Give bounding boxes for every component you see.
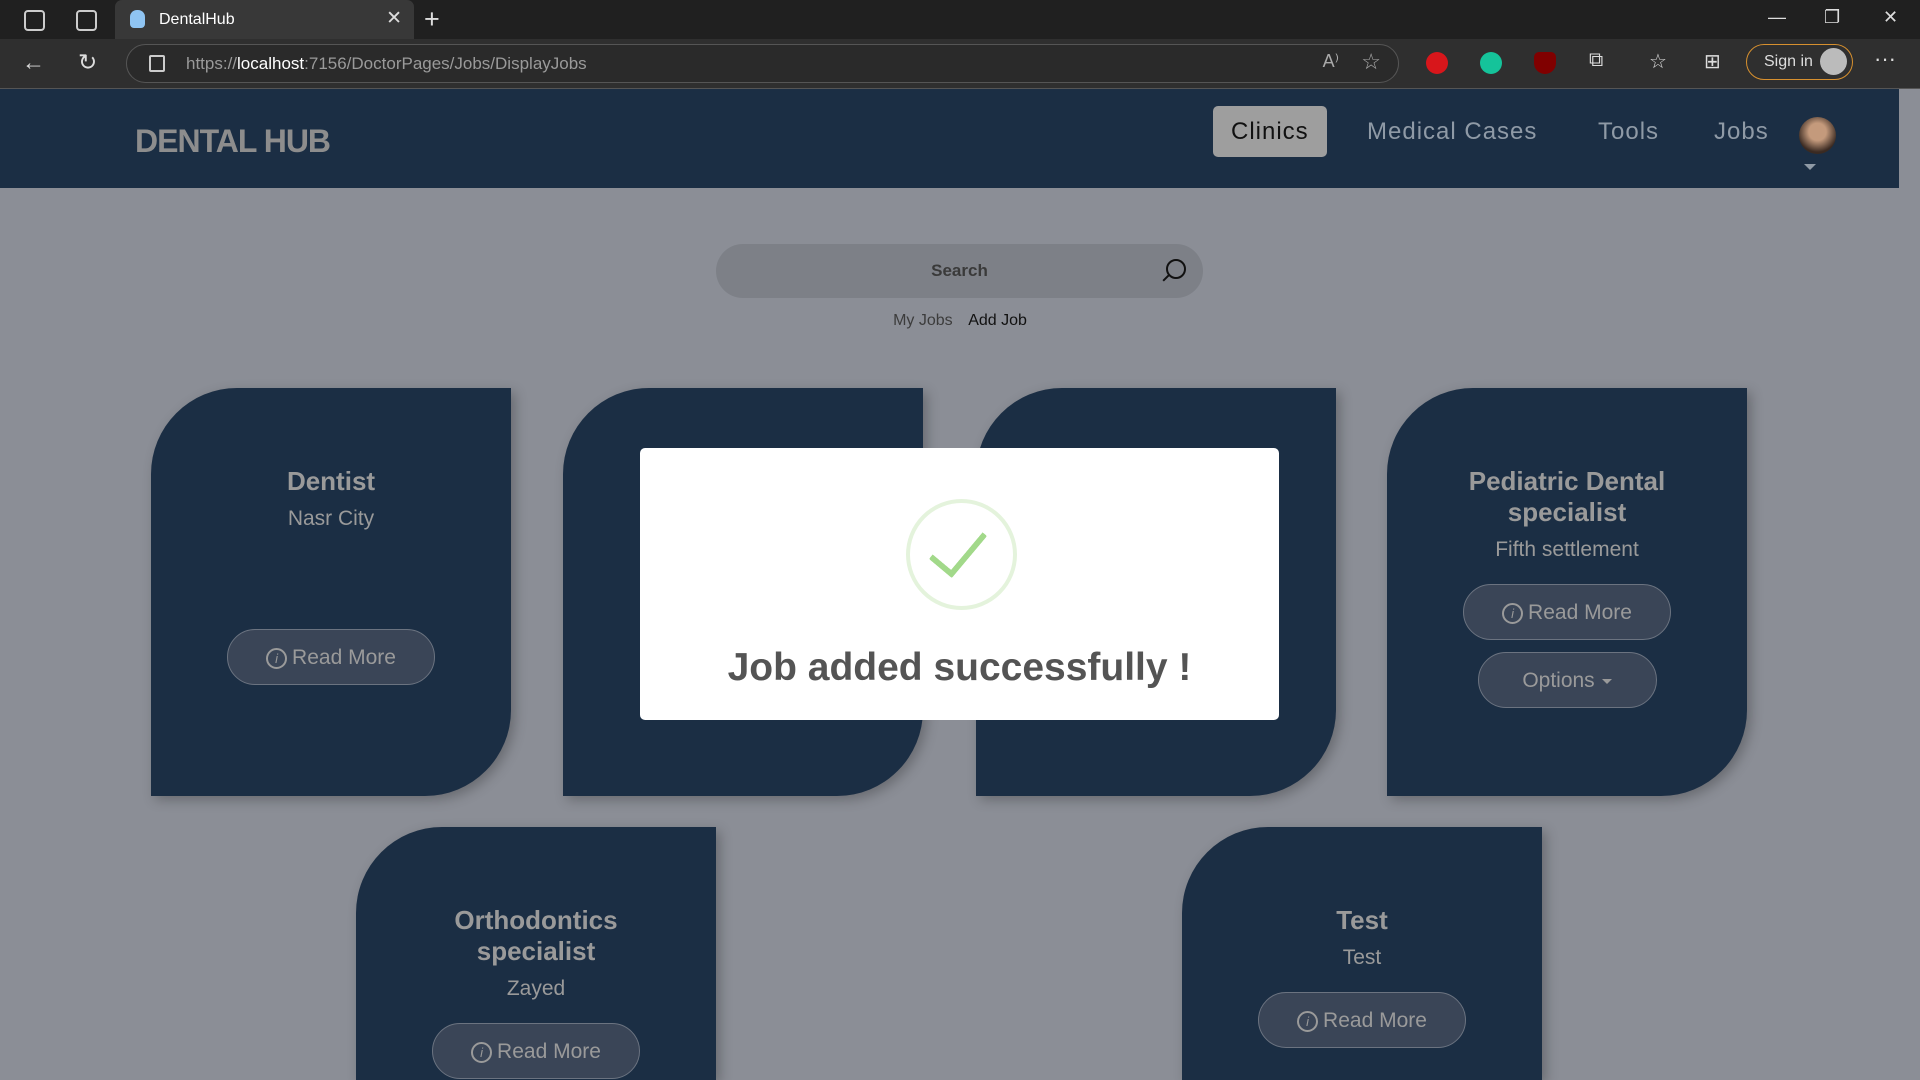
job-location: Test [1342, 946, 1382, 969]
new-tab-icon[interactable]: + [424, 4, 440, 35]
url-text: https://localhost:7156/DoctorPages/Jobs/… [186, 54, 587, 73]
caret-down-icon [1601, 679, 1612, 689]
extensions-puzzle-icon[interactable]: ⧉ [1589, 49, 1603, 72]
read-more-button[interactable]: i Read More [1463, 584, 1671, 640]
job-title: Orthodontics specialist [454, 905, 618, 966]
lock-icon [149, 55, 165, 72]
refresh-icon[interactable]: ↻ [78, 49, 97, 76]
job-title: Pediatric Dental specialist [1468, 466, 1666, 527]
add-job-link[interactable]: Add Job [968, 312, 1027, 329]
job-card: Pediatric Dental specialist Fifth settle… [1387, 388, 1747, 796]
job-card: Orthodontics specialist Zayed i Read More [356, 827, 716, 1080]
job-card: Dentist Nasr City i Read More [151, 388, 511, 796]
site-header: DENTAL HUB Clinics Medical Cases Tools J… [0, 89, 1899, 188]
collections-icon[interactable]: ⊞ [1704, 49, 1721, 74]
favorites-icon[interactable]: ☆ [1649, 49, 1667, 74]
minimize-icon[interactable]: — [1768, 7, 1786, 28]
favorite-star-icon[interactable]: ☆ [1361, 49, 1381, 75]
search-input[interactable]: Search [716, 244, 1203, 298]
success-check-icon [906, 499, 1017, 610]
my-jobs-link[interactable]: My Jobs [893, 312, 953, 329]
read-more-button[interactable]: i Read More [432, 1023, 640, 1079]
read-aloud-icon[interactable]: A⁾ [1323, 51, 1339, 72]
read-more-button[interactable]: i Read More [1258, 992, 1466, 1048]
job-title: Test [1336, 905, 1388, 935]
grammarly-icon[interactable] [1480, 52, 1502, 74]
nav-clinics[interactable]: Clinics [1213, 106, 1327, 157]
tab-actions-icon[interactable] [76, 10, 97, 31]
logo[interactable]: DENTAL HUB [135, 123, 331, 160]
options-dropdown-button[interactable]: Options [1477, 652, 1657, 708]
job-location: Nasr City [287, 507, 375, 530]
close-window-icon[interactable]: ✕ [1883, 7, 1898, 28]
back-icon[interactable]: ← [22, 49, 45, 76]
info-icon: i [266, 648, 288, 669]
job-location: Fifth settlement [1495, 538, 1639, 561]
job-card: Test Test i Read More [1182, 827, 1542, 1080]
address-bar[interactable]: https://localhost:7156/DoctorPages/Jobs/… [126, 44, 1399, 83]
success-modal[interactable]: Job added successfully ! [640, 448, 1279, 720]
info-icon: i [471, 1042, 493, 1063]
job-links: My Jobs Add Job [0, 312, 1920, 330]
info-icon: i [1502, 603, 1524, 624]
tooth-favicon-icon [130, 10, 145, 28]
read-more-button[interactable]: i Read More [227, 629, 435, 685]
profile-icon [1820, 48, 1847, 75]
nav-medical-cases[interactable]: Medical Cases [1349, 106, 1555, 157]
adblock-icon[interactable] [1426, 52, 1448, 74]
success-message: Job added successfully ! [727, 646, 1192, 689]
nav-tools[interactable]: Tools [1580, 106, 1677, 157]
workspaces-icon[interactable] [24, 10, 45, 31]
address-toolbar: ← ↻ https://localhost:7156/DoctorPages/J… [0, 39, 1920, 89]
chevron-down-icon[interactable] [1804, 164, 1816, 176]
nav-jobs[interactable]: Jobs [1696, 106, 1787, 157]
close-tab-icon[interactable]: ✕ [386, 7, 402, 30]
browser-tab-bar: DentalHub ✕ + — ❐ ✕ [0, 0, 1920, 39]
search-placeholder: Search [931, 261, 988, 280]
info-icon: i [1297, 1011, 1319, 1032]
job-title: Dentist [286, 466, 376, 496]
sign-in-button[interactable]: Sign in [1746, 44, 1853, 80]
browser-tab[interactable]: DentalHub ✕ [115, 0, 414, 39]
tab-title: DentalHub [159, 11, 235, 28]
restore-icon[interactable]: ❐ [1824, 7, 1840, 28]
search-icon[interactable] [1166, 259, 1186, 279]
job-location: Zayed [506, 977, 566, 1000]
avatar[interactable] [1799, 117, 1836, 154]
more-menu-icon[interactable]: ··· [1874, 46, 1896, 72]
ublock-icon[interactable] [1534, 52, 1556, 74]
